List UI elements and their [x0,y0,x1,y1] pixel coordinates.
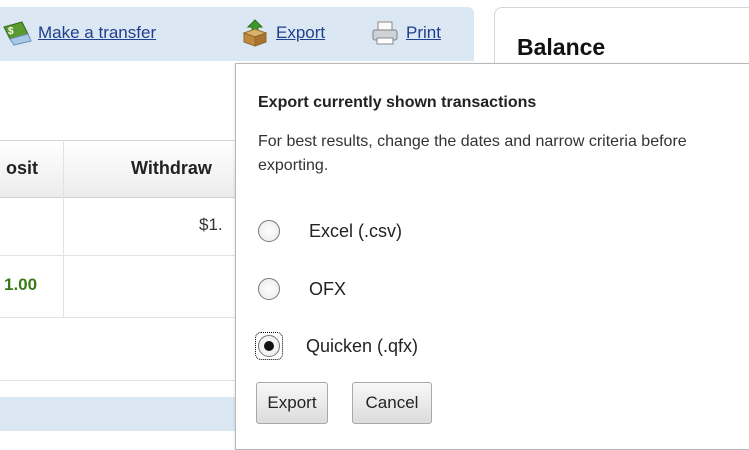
make-transfer-label: Make a transfer [38,23,157,42]
ofx-radio-button[interactable] [258,278,280,300]
toolbar: $ Make a transfer Export Print [0,7,474,61]
print-label: Print [406,23,441,42]
table-row[interactable]: 1.00 [0,256,236,318]
export-box-icon [240,19,270,47]
excel-radio-button[interactable] [258,220,280,242]
cancel-button[interactable]: Cancel [352,382,432,424]
focus-ring [255,332,283,360]
make-transfer-link[interactable]: $ Make a transfer [2,19,156,47]
printer-icon [370,19,400,47]
excel-option-label: Excel (.csv) [309,220,403,241]
export-popup: Export currently shown transactions For … [235,63,749,450]
radio-option-ofx[interactable]: OFX [258,278,346,300]
table-header: osit Withdraw [0,140,236,198]
table-row[interactable] [0,318,236,381]
withdrawal-column-header[interactable]: Withdraw [131,158,212,179]
money-transfer-icon: $ [2,19,32,47]
ofx-option-label: OFX [309,278,347,299]
export-link[interactable]: Export [240,19,325,47]
withdrawal-amount: $1. [199,215,223,234]
deposit-column-header[interactable]: osit [6,158,38,179]
balance-title: Balance [517,34,606,60]
print-link[interactable]: Print [370,19,441,47]
table-footer-bar [0,397,236,431]
export-button[interactable]: Export [256,382,328,424]
svg-text:$: $ [8,26,14,37]
deposit-amount: 1.00 [4,275,38,294]
quicken-option-label: Quicken (.qfx) [306,335,419,356]
export-label: Export [276,23,326,42]
popup-title: Export currently shown transactions [258,94,537,111]
popup-description: For best results, change the dates and n… [258,133,687,174]
table-row[interactable]: $1. [0,197,236,256]
radio-option-quicken[interactable]: Quicken (.qfx) [255,332,419,360]
quicken-radio-button[interactable] [258,335,280,357]
radio-option-excel[interactable]: Excel (.csv) [258,220,402,242]
